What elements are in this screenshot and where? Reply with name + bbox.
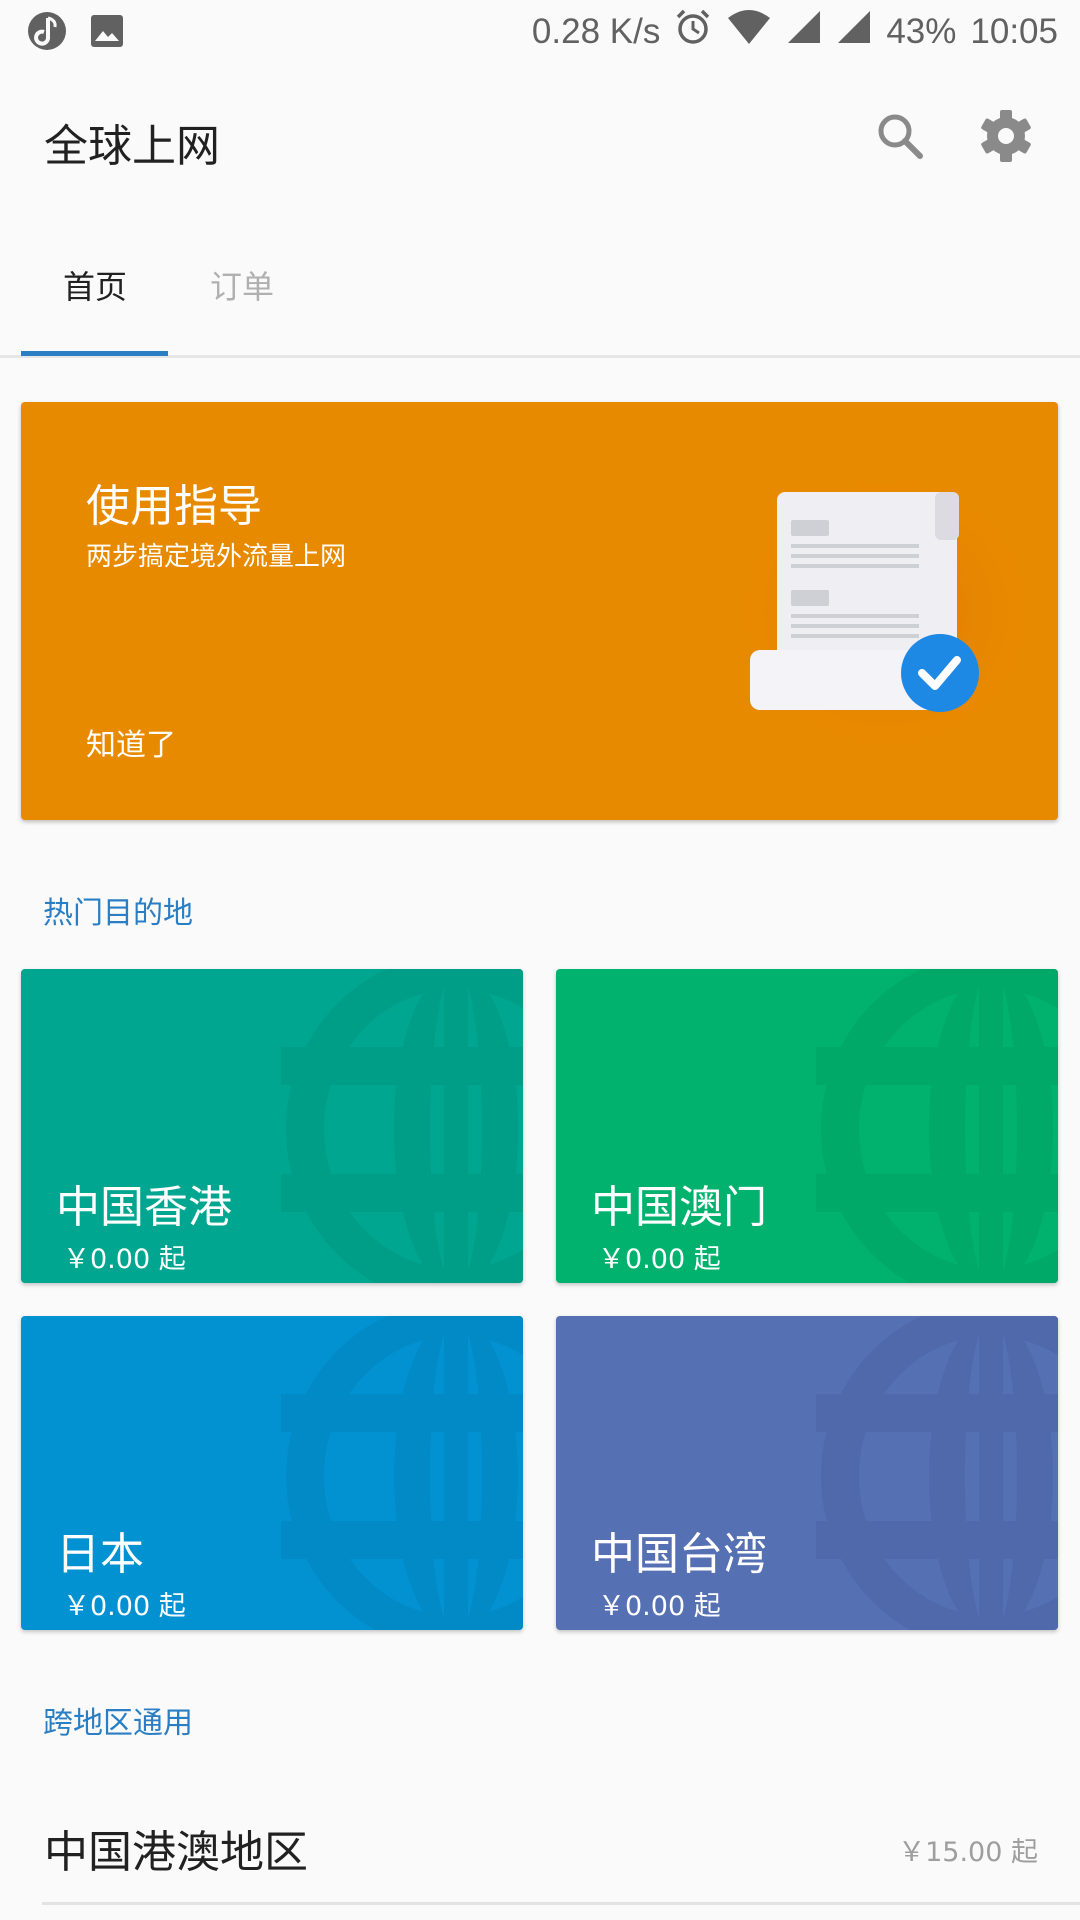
guide-card[interactable]: 使用指导 两步搞定境外流量上网 知道了 [21, 402, 1058, 820]
battery-level: 43% [886, 11, 957, 51]
hot-destinations-heading: 热门目的地 [43, 896, 193, 931]
wifi-icon [726, 8, 772, 55]
tab-bar: 首页 订单 [0, 240, 1080, 358]
tab-home[interactable]: 首页 [21, 262, 169, 308]
app-title: 全球上网 [44, 122, 220, 171]
destination-card-hongkong[interactable]: 中国香港 ￥0.00 起 [21, 969, 523, 1283]
net-speed: 0.28 K/s [531, 11, 661, 51]
destination-name: 中国澳门 [591, 1182, 767, 1233]
image-icon [90, 14, 124, 52]
destination-price: ￥0.00 起 [598, 1591, 721, 1622]
guide-title: 使用指导 [86, 481, 262, 532]
search-icon [872, 114, 928, 168]
list-item[interactable]: 中国港澳地区 ￥15.00 起 [0, 1780, 1080, 1906]
clock: 10:05 [970, 11, 1058, 51]
settings-button[interactable] [978, 108, 1034, 164]
destination-card-macau[interactable]: 中国澳门 ￥0.00 起 [556, 969, 1058, 1283]
gear-icon [978, 110, 1034, 168]
destination-price: ￥0.00 起 [63, 1244, 186, 1275]
guide-subtitle: 两步搞定境外流量上网 [86, 542, 347, 572]
destination-price: ￥0.00 起 [598, 1244, 721, 1275]
tab-orders[interactable]: 订单 [168, 262, 316, 308]
search-button[interactable] [872, 108, 928, 164]
status-bar: 0.28 K/s 43% 10:05 [0, 0, 1080, 63]
region-name: 中国港澳地区 [44, 1827, 308, 1878]
globe-icon [816, 969, 1058, 1283]
destination-name: 中国台湾 [591, 1529, 767, 1580]
globe-icon [281, 969, 523, 1283]
alarm-icon [674, 8, 712, 55]
cross-region-heading: 跨地区通用 [43, 1706, 193, 1741]
destination-name: 中国香港 [56, 1182, 232, 1233]
globe-icon [281, 1316, 523, 1630]
destination-card-japan[interactable]: 日本 ￥0.00 起 [21, 1316, 523, 1630]
divider [42, 1902, 1080, 1905]
destination-card-taiwan[interactable]: 中国台湾 ￥0.00 起 [556, 1316, 1058, 1630]
music-app-icon [26, 10, 68, 56]
receipt-illustration [721, 472, 1021, 752]
region-price: ￥15.00 起 [898, 1837, 1038, 1868]
dismiss-guide-button[interactable]: 知道了 [86, 720, 176, 764]
destination-name: 日本 [56, 1529, 144, 1580]
tab-indicator [21, 351, 168, 356]
signal-icon [836, 9, 872, 54]
signal-icon [786, 9, 822, 54]
globe-icon [816, 1316, 1058, 1630]
destination-price: ￥0.00 起 [63, 1591, 186, 1622]
